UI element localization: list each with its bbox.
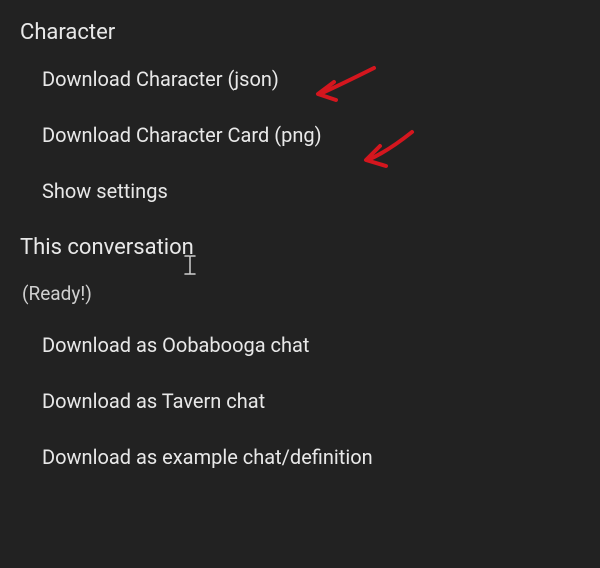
conversation-section-header: This conversation (20, 235, 600, 260)
show-settings[interactable]: Show settings (20, 179, 600, 203)
download-tavern-chat[interactable]: Download as Tavern chat (20, 389, 600, 413)
download-oobabooga-chat[interactable]: Download as Oobabooga chat (20, 333, 600, 357)
character-section-header: Character (20, 20, 600, 45)
download-character-card-png[interactable]: Download Character Card (png) (20, 123, 600, 147)
conversation-status: (Ready!) (20, 282, 600, 305)
download-character-json[interactable]: Download Character (json) (20, 67, 600, 91)
download-example-chat-definition[interactable]: Download as example chat/definition (20, 445, 600, 469)
